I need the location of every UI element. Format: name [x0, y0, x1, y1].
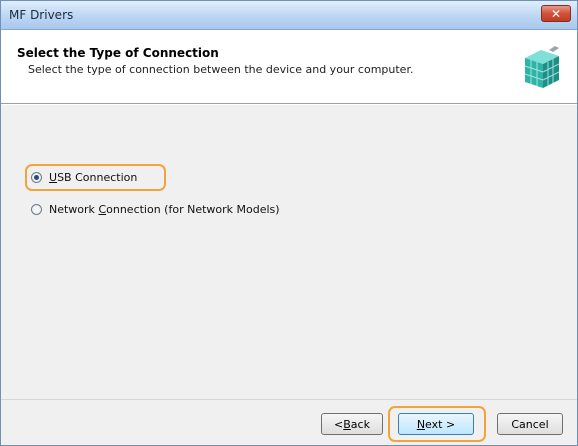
- header-divider: [1, 104, 577, 105]
- close-button[interactable]: ✕: [541, 5, 571, 22]
- installer-window: MF Drivers ✕ Select the Type of Connecti…: [0, 0, 578, 446]
- network-radio-button[interactable]: [31, 204, 42, 215]
- close-icon: ✕: [550, 6, 562, 21]
- page-title: Select the Type of Connection: [17, 46, 219, 60]
- footer-divider: [1, 399, 577, 400]
- network-connection-option[interactable]: Network Connection (for Network Models): [31, 203, 280, 216]
- usb-connection-label[interactable]: USB Connection: [49, 171, 137, 184]
- network-connection-label[interactable]: Network Connection (for Network Models): [49, 203, 280, 216]
- back-button[interactable]: < Back: [321, 413, 383, 435]
- next-accel: N: [416, 417, 426, 431]
- back-accel: B: [343, 417, 351, 431]
- title-bar[interactable]: MF Drivers ✕: [1, 1, 577, 30]
- cancel-button[interactable]: Cancel: [497, 413, 563, 435]
- page-subtitle: Select the type of connection between th…: [28, 63, 414, 76]
- usb-connection-option[interactable]: USB Connection: [31, 171, 137, 184]
- usb-radio-button[interactable]: [31, 172, 42, 183]
- cancel-label: Cancel: [511, 417, 549, 431]
- setup-cube-icon: [524, 46, 560, 88]
- back-label: ack: [350, 417, 370, 431]
- back-arrow: <: [334, 417, 344, 431]
- next-button[interactable]: Next >: [398, 413, 474, 435]
- next-label: ext >: [425, 417, 456, 431]
- window-title: MF Drivers: [9, 8, 74, 22]
- wizard-header: Select the Type of Connection Select the…: [1, 30, 577, 104]
